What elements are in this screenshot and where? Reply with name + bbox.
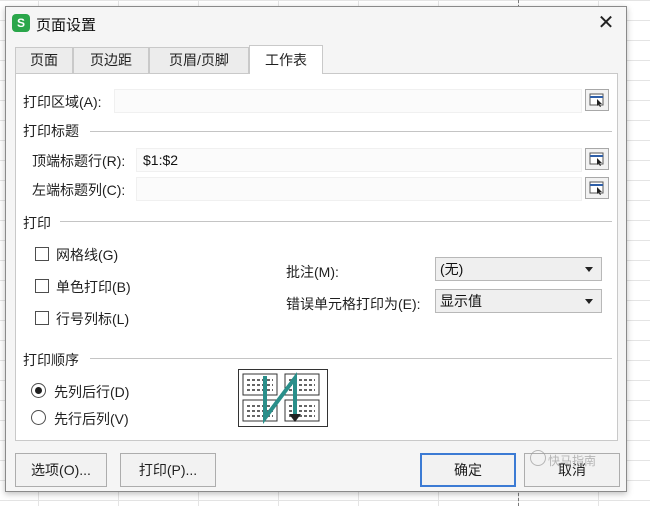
page-order-preview-image <box>238 369 328 427</box>
print-titles-section-label: 打印标题 <box>23 123 79 139</box>
dialog-titlebar: S 页面设置 ✕ <box>6 7 626 39</box>
close-icon[interactable]: ✕ <box>594 11 618 35</box>
chevron-down-icon <box>585 267 593 272</box>
comments-label: 批注(M): <box>286 264 339 280</box>
dialog-title: 页面设置 <box>36 17 97 34</box>
print-area-label: 打印区域(A): <box>23 94 102 110</box>
cell-errors-label: 错误单元格打印为(E): <box>286 296 421 312</box>
watermark-text: 快马指南 <box>548 454 597 468</box>
print-section-label: 打印 <box>23 215 51 231</box>
range-select-icon <box>589 93 604 107</box>
options-button[interactable]: 选项(O)... <box>15 453 107 487</box>
wps-spreadsheet-icon: S <box>12 14 30 32</box>
row-col-headings-checkbox[interactable] <box>35 311 49 325</box>
range-select-icon <box>589 152 604 166</box>
tab-margins[interactable]: 页边距 <box>73 47 149 73</box>
down-then-over-radio[interactable] <box>31 383 46 398</box>
left-columns-label: 左端标题列(C): <box>32 182 126 198</box>
print-button[interactable]: 打印(P)... <box>120 453 216 487</box>
tab-sheet[interactable]: 工作表 <box>249 45 323 74</box>
print-area-input[interactable] <box>114 89 582 113</box>
top-rows-select-range-button[interactable] <box>585 148 609 170</box>
left-columns-select-range-button[interactable] <box>585 177 609 199</box>
left-columns-input[interactable] <box>136 177 582 201</box>
tab-header-footer[interactable]: 页眉/页脚 <box>149 47 249 73</box>
cell-errors-select[interactable]: 显示值 <box>435 289 602 313</box>
comments-select[interactable]: (无) <box>435 257 602 281</box>
tab-page[interactable]: 页面 <box>15 47 73 73</box>
print-area-select-range-button[interactable] <box>585 89 609 111</box>
cell-errors-select-value: 显示值 <box>440 293 482 309</box>
page-order-section-label: 打印顺序 <box>23 352 79 368</box>
row-col-headings-label: 行号列标(L) <box>56 311 130 327</box>
top-rows-input[interactable]: $1:$2 <box>136 148 582 172</box>
gridlines-label: 网格线(G) <box>56 247 119 263</box>
print-divider <box>60 221 612 222</box>
gridlines-checkbox[interactable] <box>35 247 49 261</box>
range-select-icon <box>589 181 604 195</box>
comments-select-value: (无) <box>440 261 464 277</box>
ok-button[interactable]: 确定 <box>420 453 516 487</box>
black-and-white-checkbox[interactable] <box>35 279 49 293</box>
over-then-down-label: 先行后列(V) <box>54 411 129 427</box>
page-order-diagram-icon <box>242 372 320 424</box>
chevron-down-icon <box>585 299 593 304</box>
down-then-over-label: 先列后行(D) <box>54 384 130 400</box>
black-and-white-label: 单色打印(B) <box>56 279 131 295</box>
watermark-logo-icon <box>530 450 546 466</box>
over-then-down-radio[interactable] <box>31 410 46 425</box>
print-titles-divider <box>90 131 612 132</box>
sheet-tab-panel: 打印区域(A): 打印标题 顶端标题行(R): $1:$2 左端标题列(C): <box>15 73 618 441</box>
page-order-divider <box>90 358 612 359</box>
page-setup-dialog: S 页面设置 ✕ 页面 页边距 页眉/页脚 工作表 打印区域(A): 打印标题 … <box>5 6 627 492</box>
top-rows-label: 顶端标题行(R): <box>32 153 126 169</box>
